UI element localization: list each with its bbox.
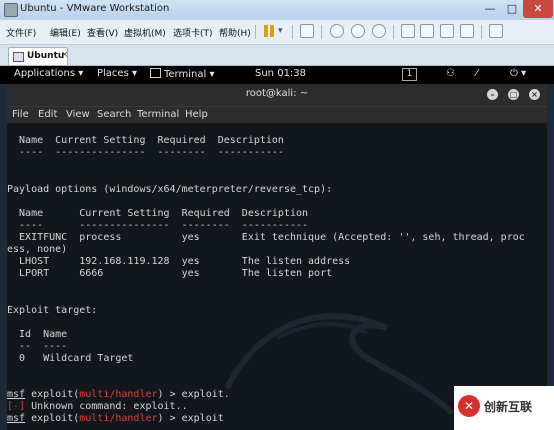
error-text: Unknown command: exploit.. [25,401,188,412]
minimize-button[interactable]: — [479,0,501,18]
prompt-exploit-close: ) > [157,389,182,400]
menu-edit[interactable]: 编辑(E) [50,26,81,39]
term-menu-view[interactable]: View [66,109,90,120]
tab-ubuntu[interactable]: Ubuntu × [8,47,69,65]
term-menu-edit[interactable]: Edit [38,109,57,120]
console-view-icon[interactable] [420,24,434,38]
kali-dragon-logo [224,313,455,416]
clock[interactable]: Sun 01:38 [255,68,306,79]
preferences-icon[interactable] [489,24,503,38]
vmware-titlebar: Ubuntu - VMware Workstation — □ ✕ [0,0,554,21]
maximize-button[interactable]: □ [501,0,523,18]
module-name: multi/handler [79,389,158,400]
terminal-line: Payload options (windows/x64/meterpreter… [7,184,333,195]
tab-label: Ubuntu [27,51,65,61]
terminal-line: -- ---- [7,341,68,352]
close-button[interactable]: ✕ [523,0,553,18]
msf-prompt: msf [7,413,26,424]
vmware-app-icon [4,3,18,17]
watermark-text: 创新互联 [484,400,533,414]
unity-icon[interactable] [460,24,474,38]
snapshot-icon[interactable] [330,24,344,38]
terminal-line: LPORT 6666 yes The listen port [7,268,333,279]
term-menu-search[interactable]: Search [97,109,131,120]
terminal-line: Exploit target: [7,305,98,316]
terminal-line: Name Current Setting Required Descriptio… [7,135,284,146]
window-title: Ubuntu - VMware Workstation [20,3,170,14]
tab-close-icon[interactable]: × [61,50,69,60]
wand-icon[interactable]: ⁄ [476,68,478,79]
term-menu-file[interactable]: File [12,109,29,120]
menu-tabs[interactable]: 选项卡(T) [173,26,213,39]
terminal-line: ess, none) [7,244,68,255]
terminal-line: LHOST 192.168.119.128 yes The listen add… [7,256,351,267]
terminal-line: 0 Wildcard Target [7,353,134,364]
revert-snapshot-icon[interactable] [351,24,365,38]
terminal-app-label: Terminal ▾ [164,69,215,80]
terminal-line: ---- --------------- -------- ----------… [7,147,284,158]
snapshot-manager-icon[interactable] [372,24,386,38]
watermark-icon: ✕ [458,395,480,417]
term-menu-help[interactable]: Help [185,109,208,120]
terminal-output[interactable]: Name Current Setting Required Descriptio… [7,123,547,430]
menu-view[interactable]: 查看(V) [87,26,118,39]
terminal-line: Name Current Setting Required Descriptio… [7,208,309,219]
kali-top-panel: Applications ▾ Places ▾ Terminal ▾ Sun 0… [0,66,554,84]
terminal-menubar: File Edit View Search Terminal Help [7,106,547,124]
watermark-logo: ✕ 创新互联 [454,386,554,430]
menu-file[interactable]: 文件(F) [6,26,36,39]
terminal-icon [150,68,161,78]
module-name: multi/handler [79,413,158,424]
prompt-exploit-open: exploit( [25,389,80,400]
applications-menu[interactable]: Applications ▾ [14,68,83,79]
workspace-indicator[interactable]: 1 [402,68,417,81]
terminal-line: EXITFUNC process yes Exit technique (Acc… [7,232,525,243]
terminal-close-icon[interactable]: × [529,89,540,100]
terminal-titlebar: root@kali: ~ – □ × [7,84,547,106]
vmware-tabbar: Ubuntu × [0,45,554,66]
term-menu-terminal[interactable]: Terminal [137,109,179,120]
error-line: [-] Unknown command: exploit.. [7,401,188,413]
fullscreen-icon[interactable] [440,24,454,38]
vm-icon [13,52,24,62]
command-text: exploit. [181,389,230,400]
terminal-line: Id Name [7,329,68,340]
pause-icon[interactable] [262,24,276,38]
places-menu[interactable]: Places ▾ [97,68,137,79]
vmware-menubar: 文件(F) 编辑(E) 查看(V) 虚拟机(M) 选项卡(T) 帮助(H) ▾ [0,20,554,45]
msf-prompt: msf [7,389,26,400]
prompt-line: msf exploit(multi/handler) > exploit. [7,389,230,401]
send-keys-icon[interactable] [300,24,314,38]
sidebar-icon[interactable] [401,24,415,38]
prompt-line: msf exploit(multi/handler) > exploit [7,413,224,425]
menu-vm[interactable]: 虚拟机(M) [124,26,166,39]
menu-help[interactable]: 帮助(H) [219,26,251,39]
terminal-maximize-icon[interactable]: □ [508,89,519,100]
power-icon[interactable]: ⏻ ▾ [510,68,526,79]
pause-dropdown-icon[interactable]: ▾ [278,26,283,36]
prompt-exploit-close: ) > [157,413,182,424]
terminal-app-menu[interactable]: Terminal ▾ [150,68,214,80]
terminal-title: root@kali: ~ [245,88,309,99]
command-text: exploit [181,413,224,424]
prompt-exploit-open: exploit( [25,413,80,424]
people-icon[interactable]: ⚇ [446,68,455,79]
terminal-line: ---- --------------- -------- ----------… [7,220,309,231]
error-marker: [-] [7,401,26,412]
terminal-minimize-icon[interactable]: – [487,89,498,100]
